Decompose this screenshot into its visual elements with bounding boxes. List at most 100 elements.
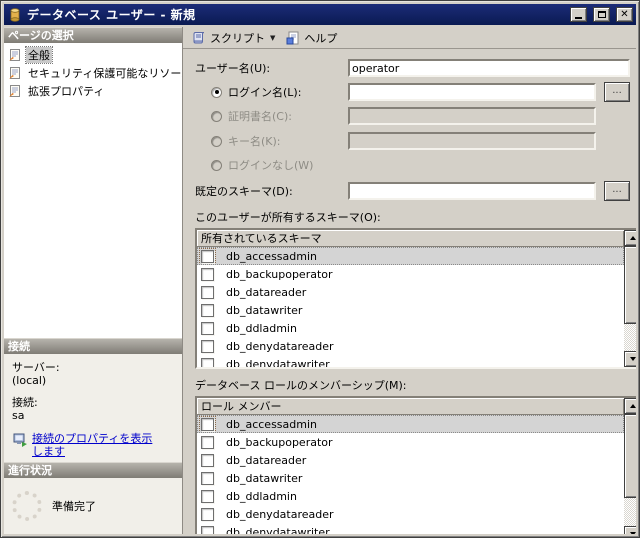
role-name: db_backupoperator [226, 435, 333, 449]
database-icon [10, 7, 20, 22]
schema-checkbox[interactable] [201, 321, 214, 335]
role-row[interactable]: db_backupoperator [197, 433, 624, 451]
role-name: db_datawriter [226, 471, 303, 485]
schema-name: db_backupoperator [226, 267, 333, 281]
schema-row[interactable]: db_backupoperator [197, 265, 624, 283]
role-checkbox[interactable] [199, 415, 216, 433]
schema-row[interactable]: db_accessadmin [197, 247, 624, 265]
role-membership-scrollbar[interactable] [624, 398, 636, 534]
schema-browse-button[interactable]: ... [604, 181, 630, 201]
role-checkbox[interactable] [201, 435, 214, 449]
schema-row[interactable]: db_datawriter [197, 301, 624, 319]
close-button[interactable]: ✕ [616, 7, 633, 22]
owned-schemas-scrollbar[interactable] [624, 230, 636, 367]
progress-panel: 準備完了 [4, 478, 182, 534]
connection-section-header: 接続 [4, 338, 182, 354]
schema-checkbox[interactable] [201, 267, 214, 281]
toolbar: スクリプト ▼ ヘルプ [183, 27, 636, 49]
no-login-radio[interactable]: ログインなし(W) [211, 157, 348, 173]
key-name-input [348, 132, 596, 150]
maximize-button[interactable] [593, 7, 610, 22]
close-icon: ✕ [620, 8, 629, 20]
role-row[interactable]: db_denydatareader [197, 505, 624, 523]
no-login-label: ログインなし(W) [228, 159, 314, 172]
schema-row[interactable]: db_ddladmin [197, 319, 624, 337]
role-members-column-header[interactable]: ロール メンバー [197, 398, 624, 415]
window-title: データベース ユーザー - 新規 [27, 8, 196, 22]
schema-checkbox[interactable] [199, 247, 216, 265]
key-name-radio[interactable]: キー名(K): [211, 133, 348, 149]
default-schema-input[interactable] [348, 182, 596, 200]
page-icon [9, 67, 20, 79]
role-name: db_accessadmin [226, 417, 317, 431]
role-row[interactable]: db_accessadmin [197, 415, 624, 433]
scroll-down-button[interactable] [624, 351, 636, 367]
script-button[interactable]: スクリプト ▼ [187, 29, 279, 47]
role-checkbox[interactable] [201, 507, 214, 521]
schema-checkbox[interactable] [201, 285, 214, 299]
sidebar-page-label: 拡張プロパティ [28, 85, 105, 98]
schema-row[interactable]: db_denydatareader [197, 337, 624, 355]
owned-schemas-column-header[interactable]: 所有されているスキーマ [197, 230, 624, 247]
schema-name: db_denydatawriter [226, 357, 330, 368]
help-button[interactable]: ヘルプ [281, 29, 341, 47]
role-membership-list: ロール メンバー db_accessadmin db_backupoperato… [195, 396, 636, 534]
owned-schemas-list: 所有されているスキーマ db_accessadmin db_backupoper… [195, 228, 636, 369]
role-checkbox[interactable] [201, 471, 214, 485]
view-connection-properties-link[interactable]: 接続のプロパティを表示します [32, 432, 162, 458]
role-row[interactable]: db_datareader [197, 451, 624, 469]
scrollbar-thumb[interactable] [624, 246, 636, 324]
schema-name: db_ddladmin [226, 321, 297, 335]
dialog-window: データベース ユーザー - 新規 ✕ ページの選択 全般 セキュリティ保護可能な… [0, 0, 640, 538]
schema-row[interactable]: db_datareader [197, 283, 624, 301]
role-membership-label: データベース ロールのメンバーシップ(M): [195, 379, 407, 392]
role-name: db_denydatareader [226, 507, 334, 521]
role-checkbox[interactable] [201, 525, 214, 534]
sidebar-page-item[interactable]: セキュリティ保護可能なリソース [6, 64, 182, 82]
schema-checkbox[interactable] [201, 339, 214, 353]
certificate-name-radio[interactable]: 証明書名(C): [211, 108, 348, 124]
sidebar-page-item[interactable]: 全般 [6, 46, 180, 64]
scroll-down-button[interactable] [624, 526, 636, 534]
page-icon [9, 85, 20, 97]
server-label: サーバー: [12, 361, 60, 374]
page-list: 全般 セキュリティ保護可能なリソース 拡張プロパティ [4, 43, 182, 338]
schema-name: db_datareader [226, 285, 307, 299]
certificate-name-input [348, 107, 596, 125]
role-row[interactable]: db_datawriter [197, 469, 624, 487]
scrollbar-thumb[interactable] [624, 414, 636, 498]
minimize-button[interactable] [570, 7, 587, 22]
login-browse-button[interactable]: ... [604, 82, 630, 102]
role-row[interactable]: db_denydatawriter [197, 523, 624, 534]
schema-checkbox[interactable] [201, 303, 214, 317]
general-page-form: ユーザー名(U): ログイン名(L): ... [183, 49, 636, 534]
user-name-input[interactable] [348, 59, 630, 77]
login-name-radio[interactable]: ログイン名(L): [211, 84, 348, 100]
certificate-name-label: 証明書名(C): [228, 110, 292, 123]
role-checkbox[interactable] [201, 489, 214, 503]
role-checkbox[interactable] [201, 453, 214, 467]
title-bar[interactable]: データベース ユーザー - 新規 ✕ [4, 4, 636, 25]
login-name-input[interactable] [348, 83, 596, 101]
help-icon [286, 31, 299, 44]
schema-name: db_accessadmin [226, 249, 317, 263]
user-name-label: ユーザー名(U): [195, 62, 271, 75]
scroll-up-button[interactable] [624, 398, 636, 414]
login-name-label: ログイン名(L): [228, 86, 302, 99]
role-name: db_denydatawriter [226, 525, 330, 535]
role-name: db_ddladmin [226, 489, 297, 503]
scroll-up-button[interactable] [624, 230, 636, 246]
triangle-up-icon [629, 236, 636, 240]
progress-section-header: 進行状況 [4, 462, 182, 478]
pages-section-header: ページの選択 [4, 27, 182, 43]
schema-checkbox[interactable] [201, 357, 214, 367]
connection-panel: サーバー: (local) 接続: sa 接続のプロパティを表示します [4, 354, 182, 462]
sidebar-page-item[interactable]: 拡張プロパティ [6, 82, 180, 100]
script-button-label: スクリプト [210, 31, 265, 45]
radio-icon [211, 110, 222, 122]
schema-row[interactable]: db_denydatawriter [197, 355, 624, 367]
role-row[interactable]: db_ddladmin [197, 487, 624, 505]
sidebar-page-label: 全般 [25, 46, 53, 64]
connection-properties-icon [13, 433, 27, 447]
progress-status: 準備完了 [52, 500, 96, 513]
